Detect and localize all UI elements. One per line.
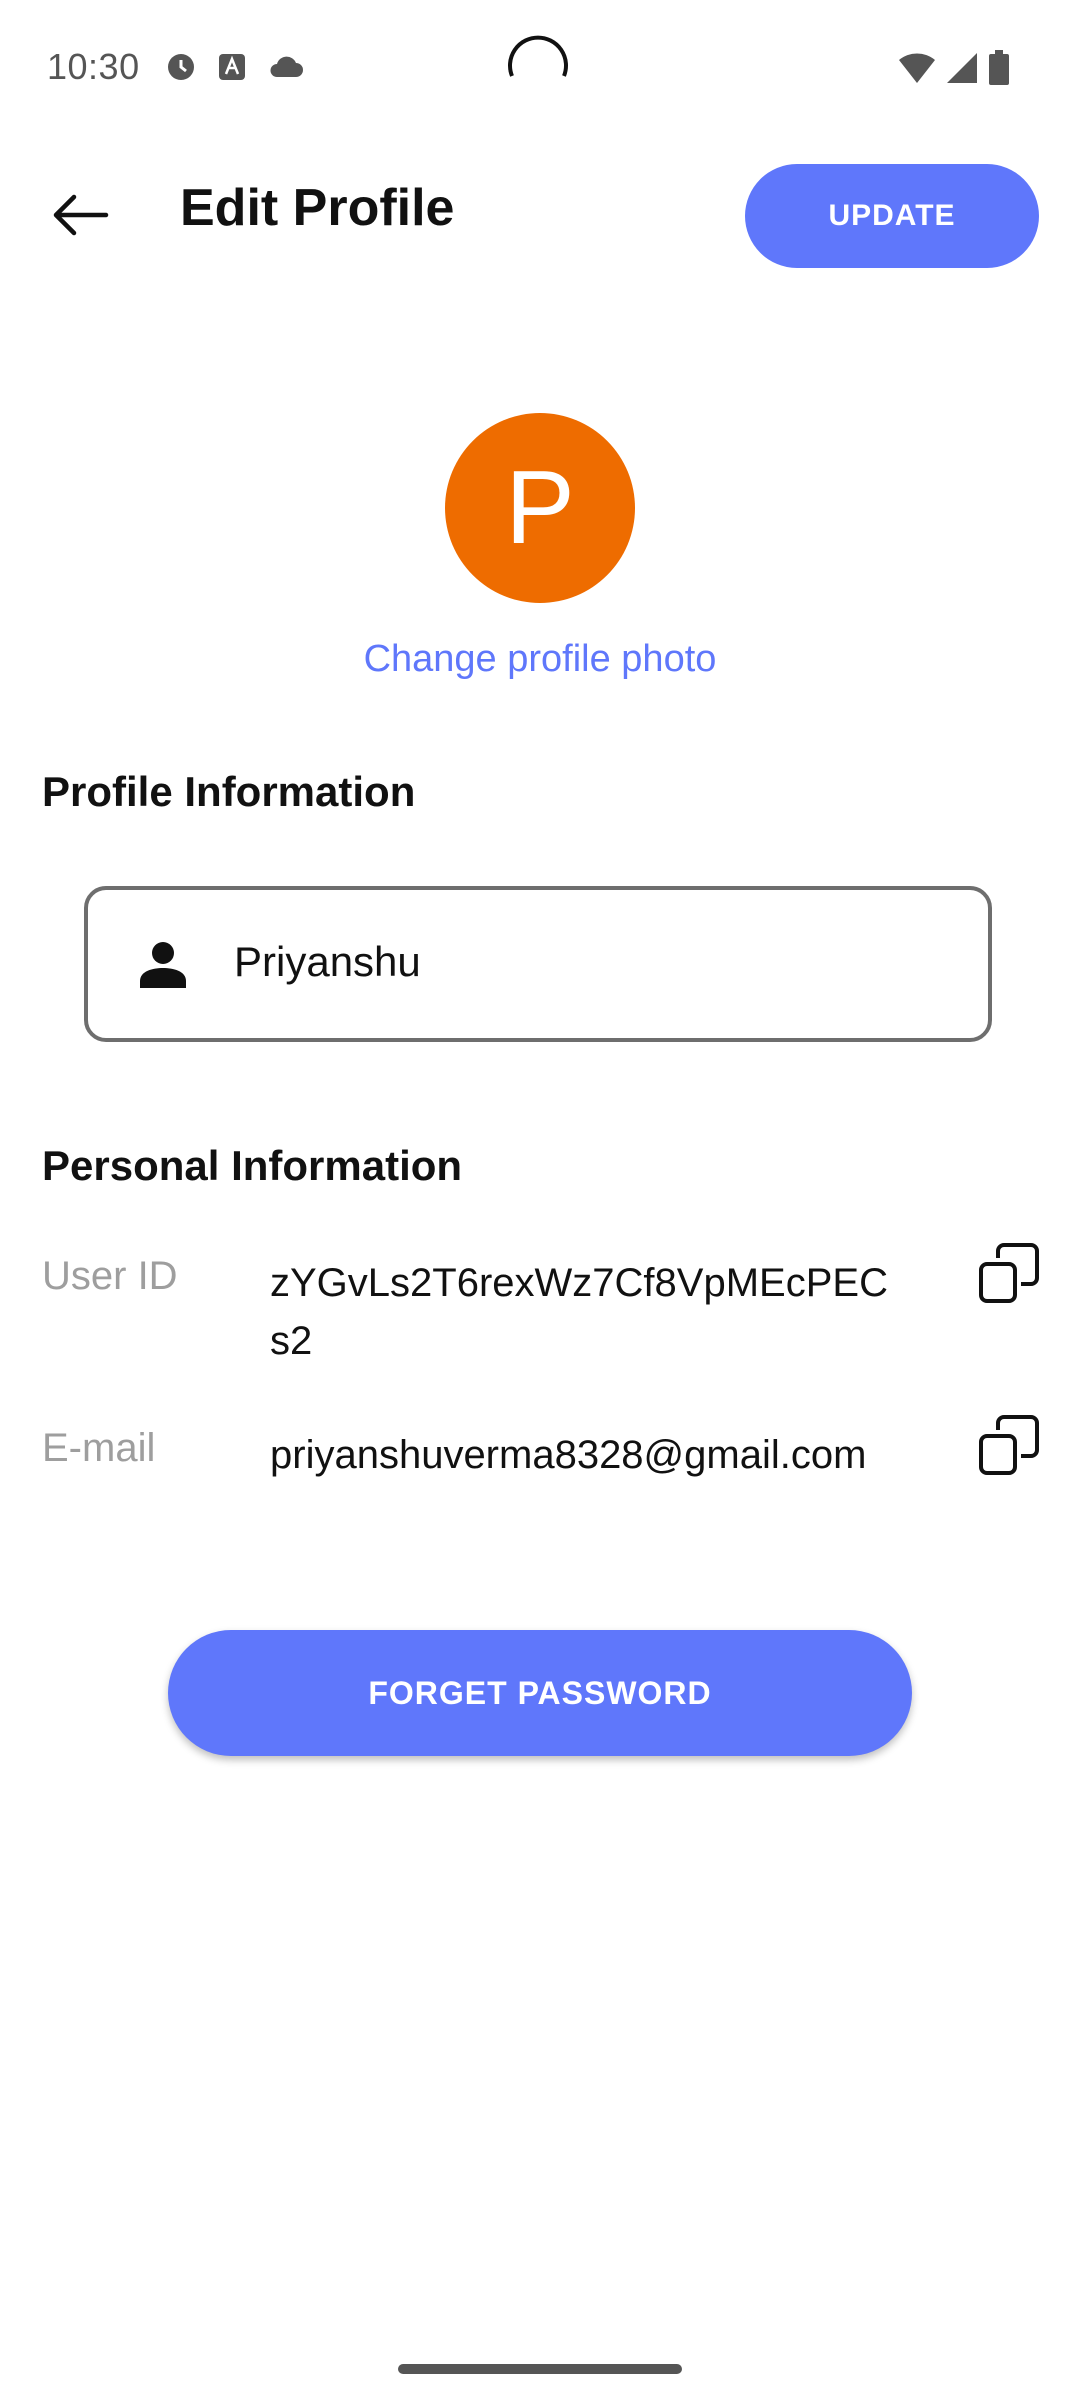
update-button[interactable]: UPDATE — [745, 164, 1039, 268]
home-indicator[interactable] — [398, 2364, 682, 2374]
signal-icon — [947, 53, 977, 83]
edit-profile-screen: 10:30 Edit Profile UPDATE P Change profi… — [0, 0, 1080, 2400]
battery-icon — [989, 50, 1009, 85]
copy-user-id-icon[interactable] — [978, 1242, 1040, 1304]
name-value: Priyanshu — [234, 938, 421, 985]
change-profile-photo-link[interactable]: Change profile photo — [0, 638, 1080, 681]
text-icon — [219, 54, 245, 80]
page-title: Edit Profile — [180, 179, 455, 237]
back-arrow-icon — [53, 194, 109, 236]
cloud-icon — [270, 56, 303, 77]
user-id-value: zYGvLs2T6rexWz7Cf8VpMEcPECs2 — [270, 1261, 888, 1363]
back-button[interactable] — [40, 180, 120, 250]
status-system-icons — [898, 50, 1010, 86]
avatar[interactable]: P — [445, 413, 635, 603]
user-id-label: User ID — [42, 1254, 178, 1298]
copy-email-icon[interactable] — [978, 1414, 1040, 1476]
email-label: E-mail — [42, 1426, 156, 1470]
profile-information-heading: Profile Information — [42, 768, 416, 815]
loading-spinner-icon — [508, 35, 568, 77]
forget-password-button[interactable]: FORGET PASSWORD — [168, 1630, 912, 1756]
app-bar: Edit Profile UPDATE — [0, 150, 1080, 280]
person-icon — [140, 942, 186, 988]
status-time: 10:30 — [47, 46, 140, 87]
wifi-icon — [899, 53, 935, 83]
name-field[interactable]: Priyanshu — [84, 886, 992, 1042]
email-value: priyanshuverma8328@gmail.com — [270, 1433, 867, 1477]
status-bar: 10:30 — [0, 0, 1080, 130]
status-notification-icons — [166, 52, 304, 82]
alarm-icon — [168, 54, 194, 80]
personal-information-heading: Personal Information — [42, 1142, 463, 1189]
